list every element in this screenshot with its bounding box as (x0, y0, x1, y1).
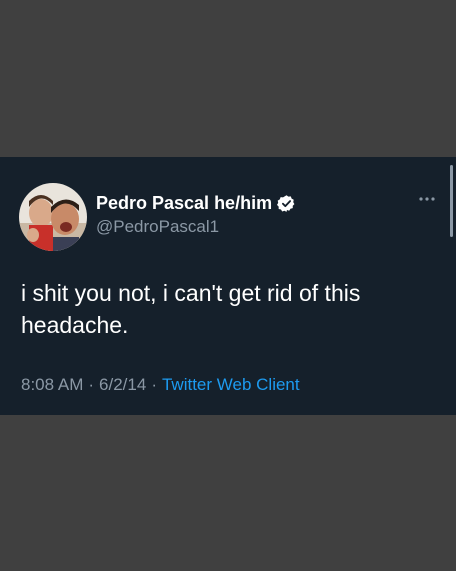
avatar-photo-icon (19, 183, 87, 251)
author-name-row[interactable]: Pedro Pascal he/him (96, 192, 296, 214)
meta-separator: · (151, 375, 157, 394)
scrollbar[interactable] (450, 165, 453, 237)
tweet-date[interactable]: 6/2/14 (99, 375, 146, 394)
meta-separator: · (88, 375, 95, 394)
display-name[interactable]: Pedro Pascal he/him (96, 192, 272, 214)
more-options-icon[interactable] (417, 191, 437, 201)
verified-badge-icon (277, 194, 296, 213)
screenshot-page: Pedro Pascal he/him @PedroPascal1 i shit… (0, 0, 456, 571)
tweet-time[interactable]: 8:08 AM (21, 375, 83, 394)
tweet-card: Pedro Pascal he/him @PedroPascal1 i shit… (0, 157, 456, 415)
tweet-metadata: 8:08 AM · 6/2/14 · Twitter Web Client (21, 375, 300, 395)
avatar[interactable] (19, 183, 87, 251)
tweet-source-link[interactable]: Twitter Web Client (162, 375, 300, 394)
author-handle[interactable]: @PedroPascal1 (96, 217, 219, 237)
tweet-text: i shit you not, i can't get rid of this … (21, 280, 361, 338)
